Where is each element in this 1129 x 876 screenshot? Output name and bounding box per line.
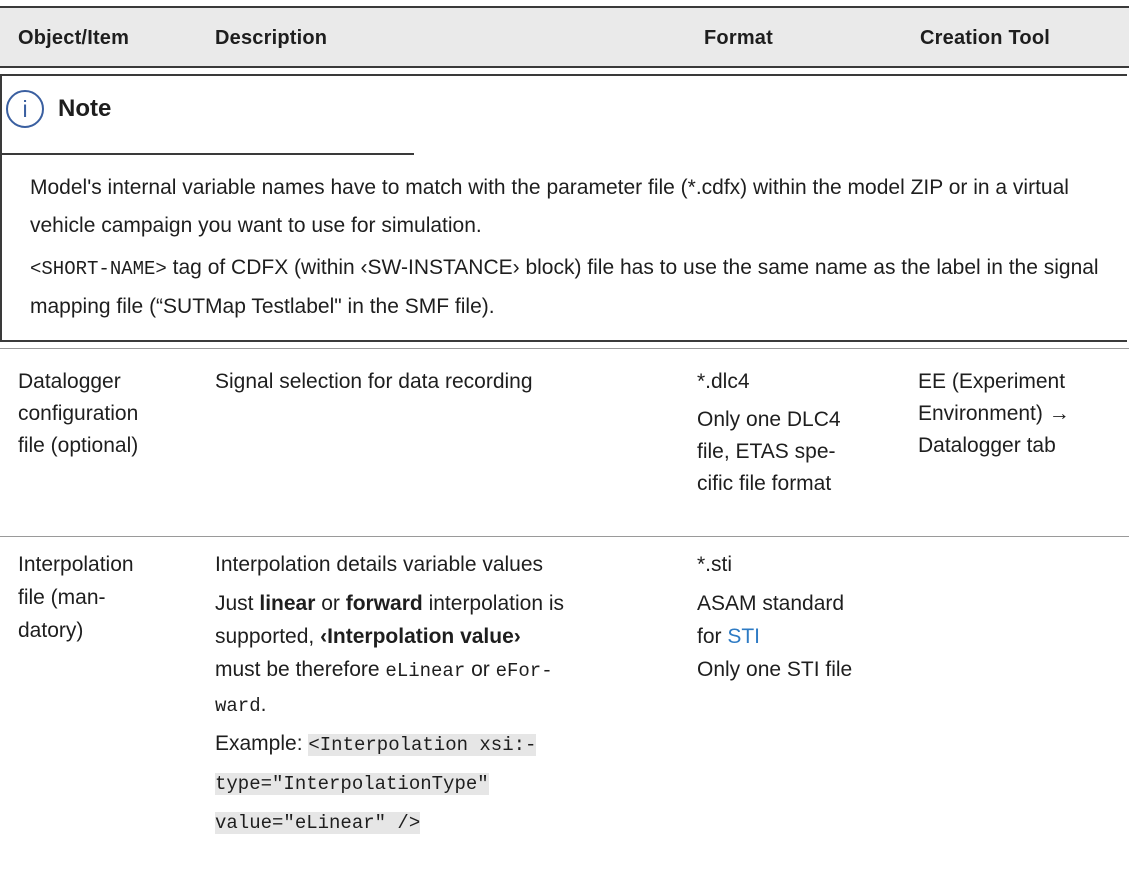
header-format: Format bbox=[704, 27, 773, 49]
note-paragraph-2-text: tag of CDFX (within ‹SW-INSTANCE› block)… bbox=[30, 256, 1099, 318]
object-cell: Interpolation file (man- datory) bbox=[18, 548, 198, 647]
row-divider bbox=[0, 536, 1129, 537]
format-line: Only one STI file bbox=[697, 658, 853, 681]
tool-line: Datalogger tab bbox=[918, 434, 1056, 457]
header-creation-tool: Creation Tool bbox=[920, 27, 1051, 49]
table-header: Object/Item Description Format Creation … bbox=[0, 6, 1129, 68]
note-paragraph-1: Model's internal variable names have to … bbox=[30, 176, 1069, 237]
linear-term: linear bbox=[259, 592, 316, 615]
row-divider bbox=[0, 348, 1129, 349]
interpolation-value-term: ‹Interpolation value› bbox=[320, 625, 521, 648]
format-notes: ASAM standard for STI Only one STI file bbox=[697, 587, 907, 686]
note-body: Model's internal variable names have to … bbox=[30, 169, 1125, 330]
object-line: Datalogger bbox=[18, 370, 121, 393]
tool-line: Environment) → bbox=[918, 402, 1070, 425]
format-line: cific file format bbox=[697, 472, 832, 495]
header-description: Description bbox=[215, 27, 328, 49]
example-line: Example: <Interpolation xsi:- bbox=[215, 732, 537, 756]
example-code: <Interpolation xsi:- bbox=[308, 734, 537, 756]
forward-term: forward bbox=[345, 592, 423, 615]
object-cell: Datalogger configuration file (optional) bbox=[18, 366, 198, 462]
object-line: datory) bbox=[18, 619, 84, 642]
format-notes: Only one DLC4 file, ETAS spe- cific file… bbox=[697, 404, 897, 500]
object-line: Interpolation bbox=[18, 553, 134, 576]
description-text: supported, ‹Interpolation value› bbox=[215, 625, 521, 648]
description-text: Interpolation details variable values bbox=[215, 553, 544, 576]
note-title-rule bbox=[2, 153, 414, 155]
format-line: for STI bbox=[697, 625, 761, 648]
example-code: value="eLinear" /> bbox=[215, 812, 421, 834]
tool-line: EE (Experiment bbox=[918, 370, 1066, 393]
tool-cell: EE (Experiment Environment) → Datalogger… bbox=[918, 366, 1123, 462]
note-title: Note bbox=[58, 95, 112, 122]
description-text: ward. bbox=[215, 693, 267, 717]
info-icon: i bbox=[6, 90, 44, 128]
example-line: type="InterpolationType" bbox=[215, 766, 695, 801]
object-line: file (man- bbox=[18, 586, 106, 609]
note-box: i Note Model's internal variable names h… bbox=[0, 74, 1127, 342]
description-text: must be therefore eLinear or eFor- bbox=[215, 658, 553, 682]
header-divider bbox=[0, 66, 1129, 68]
format-line: Only one DLC4 bbox=[697, 408, 841, 431]
example-code: type="InterpolationType" bbox=[215, 773, 489, 795]
document-page: Object/Item Description Format Creation … bbox=[0, 0, 1129, 876]
sti-link[interactable]: STI bbox=[727, 625, 760, 648]
eforward-code: eFor- bbox=[495, 660, 553, 682]
short-name-code: <SHORT-NAME> bbox=[30, 258, 167, 280]
format-cell: *.sti ASAM standard for STI Only one STI… bbox=[697, 548, 907, 686]
header-object-item: Object/Item bbox=[18, 27, 130, 49]
format-line: ASAM standard bbox=[697, 592, 845, 615]
format-line: file, ETAS spe- bbox=[697, 440, 836, 463]
format-extension: *.dlc4 bbox=[697, 370, 750, 393]
note-paragraph-2: <SHORT-NAME> tag of CDFX (within ‹SW-INS… bbox=[30, 249, 1125, 326]
description-cell: Signal selection for data recording bbox=[215, 366, 685, 398]
example-line: value="eLinear" /> bbox=[215, 805, 695, 840]
description-text: Signal selection for data recording bbox=[215, 370, 533, 393]
format-extension: *.sti bbox=[697, 553, 733, 576]
elinear-code: eLinear bbox=[385, 660, 466, 682]
description-cell: Interpolation details variable values Ju… bbox=[215, 548, 695, 840]
format-cell: *.dlc4 Only one DLC4 file, ETAS spe- cif… bbox=[697, 366, 897, 500]
description-text: Just linear or forward interpolation is bbox=[215, 592, 564, 615]
object-line: file (optional) bbox=[18, 434, 139, 457]
object-line: configuration bbox=[18, 402, 139, 425]
